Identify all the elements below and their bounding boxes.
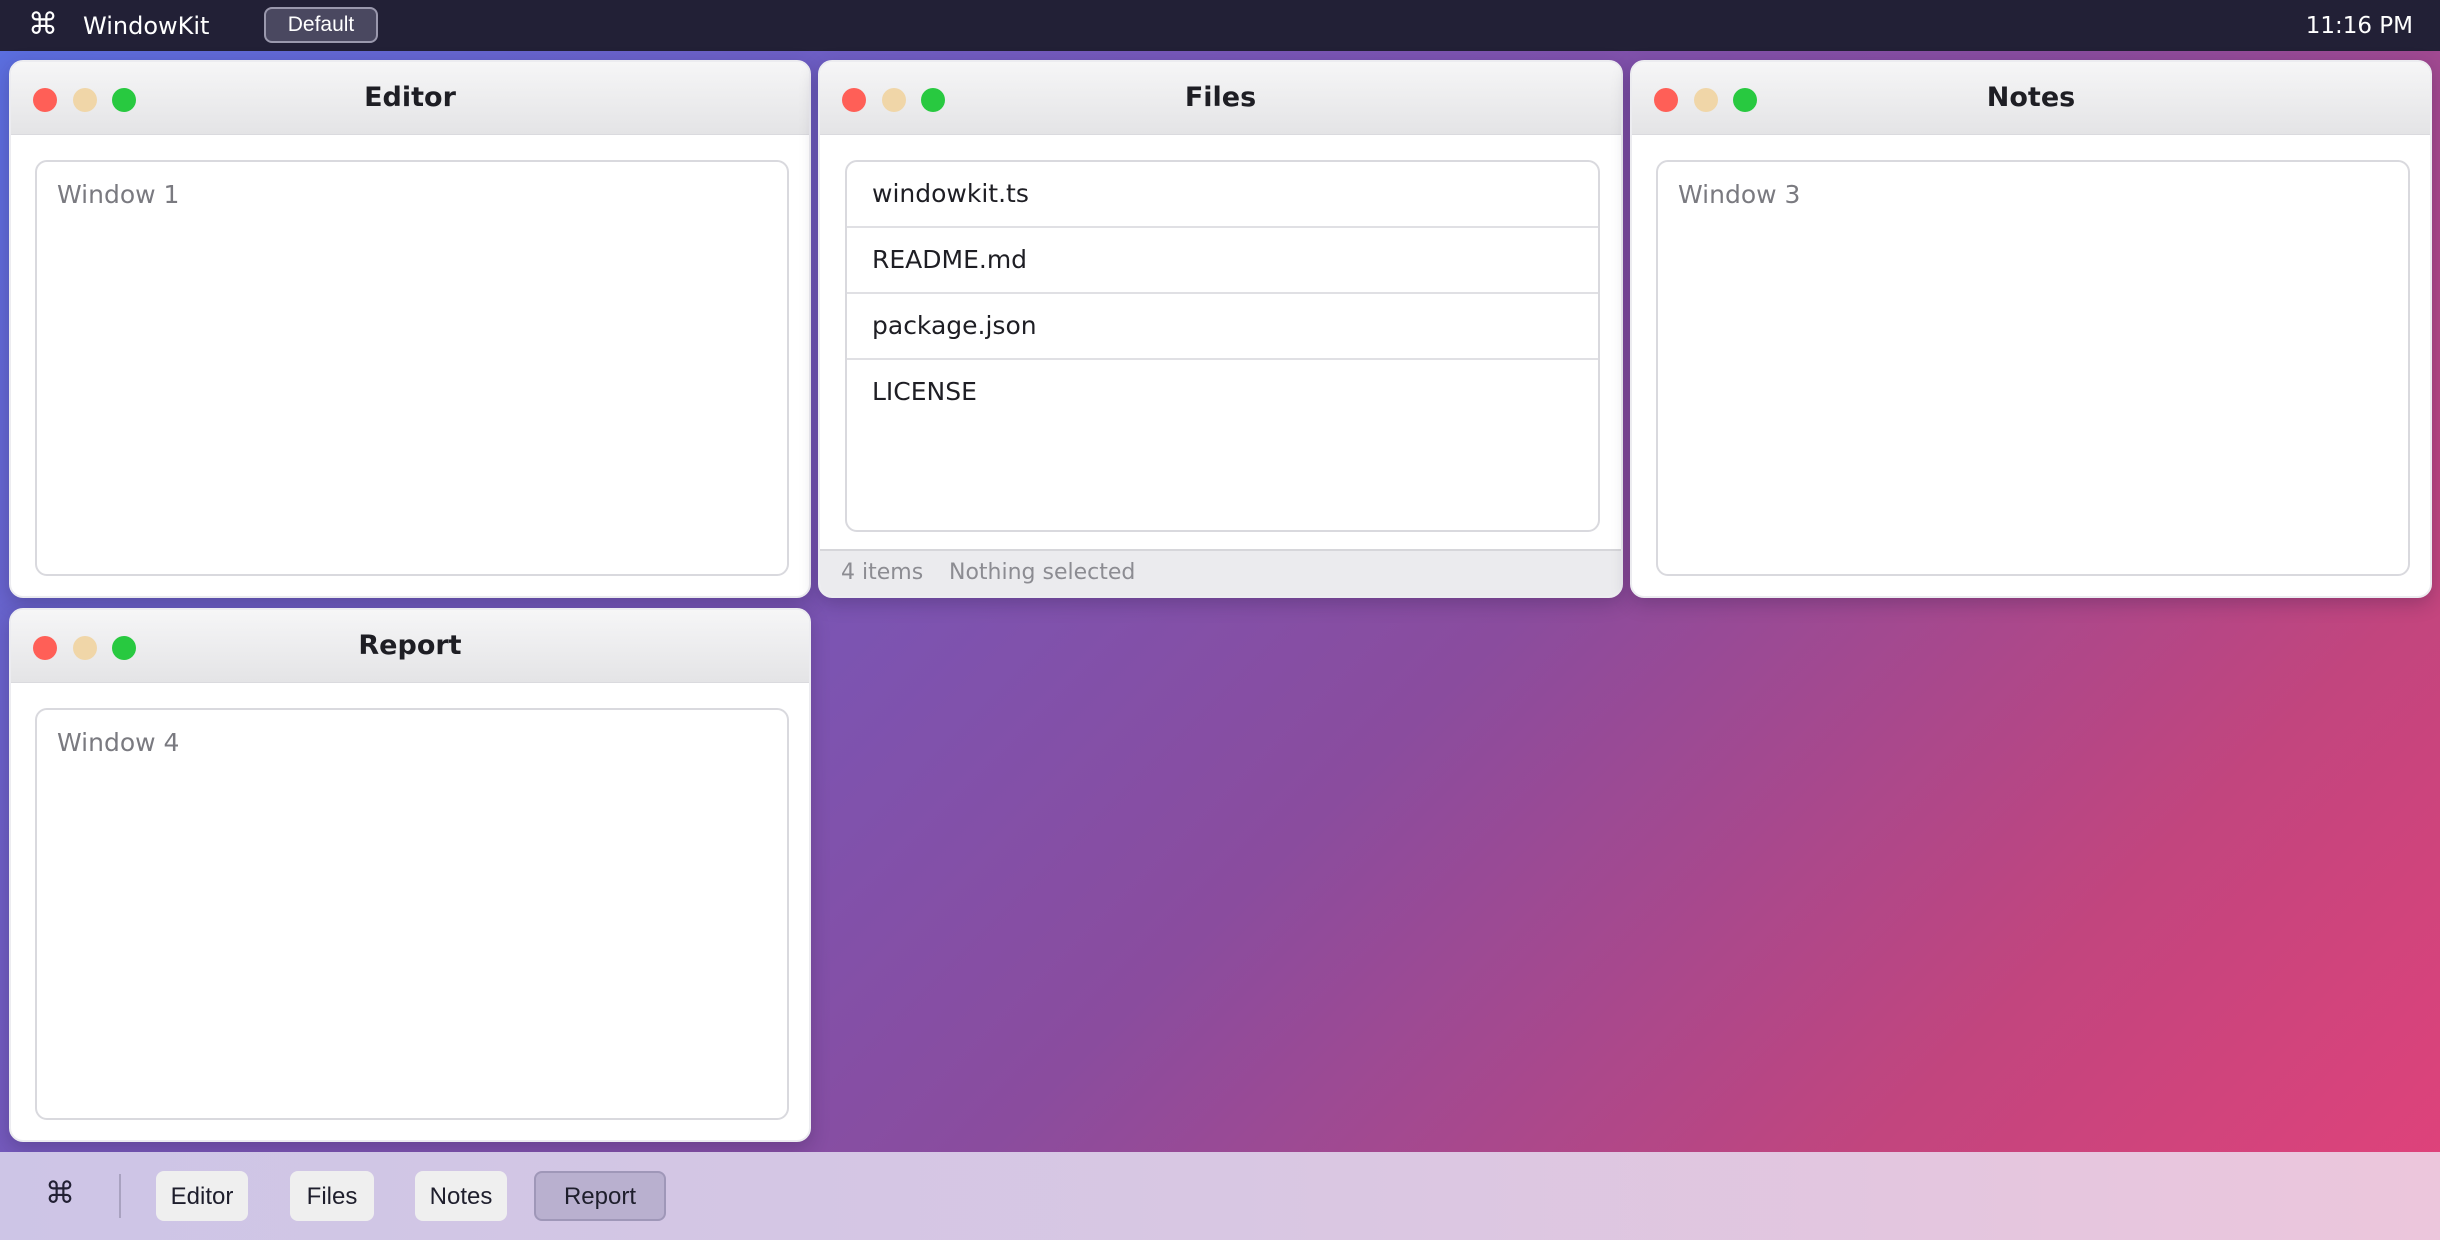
window-title: Notes	[1986, 82, 2076, 113]
selection-status: Nothing selected	[949, 560, 1136, 585]
window-title: Report	[358, 630, 462, 661]
file-list-item[interactable]: package.json	[847, 294, 1598, 360]
menu-bar: ⌘ WindowKit Default 11:16 PM	[0, 0, 2440, 51]
status-bar: 4 items Nothing selected	[820, 549, 1621, 596]
window-title: Editor	[364, 82, 456, 113]
window-titlebar[interactable]: Report	[11, 610, 809, 683]
dock-item-report[interactable]: Report	[534, 1171, 666, 1221]
menu-clock: 11:16 PM	[2305, 13, 2413, 39]
window-titlebar[interactable]: Files	[820, 62, 1621, 135]
dock-item-notes[interactable]: Notes	[415, 1171, 507, 1221]
window-report[interactable]: Report Window 4	[9, 608, 811, 1142]
editor-textarea[interactable]: Window 1	[35, 160, 789, 576]
file-list-item[interactable]: LICENSE	[847, 360, 1598, 426]
report-textarea[interactable]: Window 4	[35, 708, 789, 1120]
command-icon[interactable]: ⌘	[45, 1177, 75, 1211]
dock: ⌘ Editor Files Notes Report	[0, 1152, 2440, 1240]
notes-textarea[interactable]: Window 3	[1656, 160, 2410, 576]
app-name[interactable]: WindowKit	[83, 12, 209, 40]
dock-item-files[interactable]: Files	[290, 1171, 374, 1221]
window-editor[interactable]: Editor Window 1	[9, 60, 811, 598]
window-files[interactable]: Files windowkit.ts README.md package.jso…	[818, 60, 1623, 598]
layout-preset-button[interactable]: Default	[264, 7, 378, 43]
item-count: 4 items	[841, 560, 924, 585]
dock-divider	[119, 1174, 121, 1218]
file-list-item[interactable]: windowkit.ts	[847, 162, 1598, 228]
window-title: Files	[1184, 82, 1257, 113]
command-icon[interactable]: ⌘	[28, 9, 58, 41]
window-notes[interactable]: Notes Window 3	[1630, 60, 2432, 598]
file-list-item[interactable]: README.md	[847, 228, 1598, 294]
window-titlebar[interactable]: Editor	[11, 62, 809, 135]
window-titlebar[interactable]: Notes	[1632, 62, 2430, 135]
dock-item-editor[interactable]: Editor	[156, 1171, 248, 1221]
file-list: windowkit.ts README.md package.json LICE…	[845, 160, 1600, 532]
